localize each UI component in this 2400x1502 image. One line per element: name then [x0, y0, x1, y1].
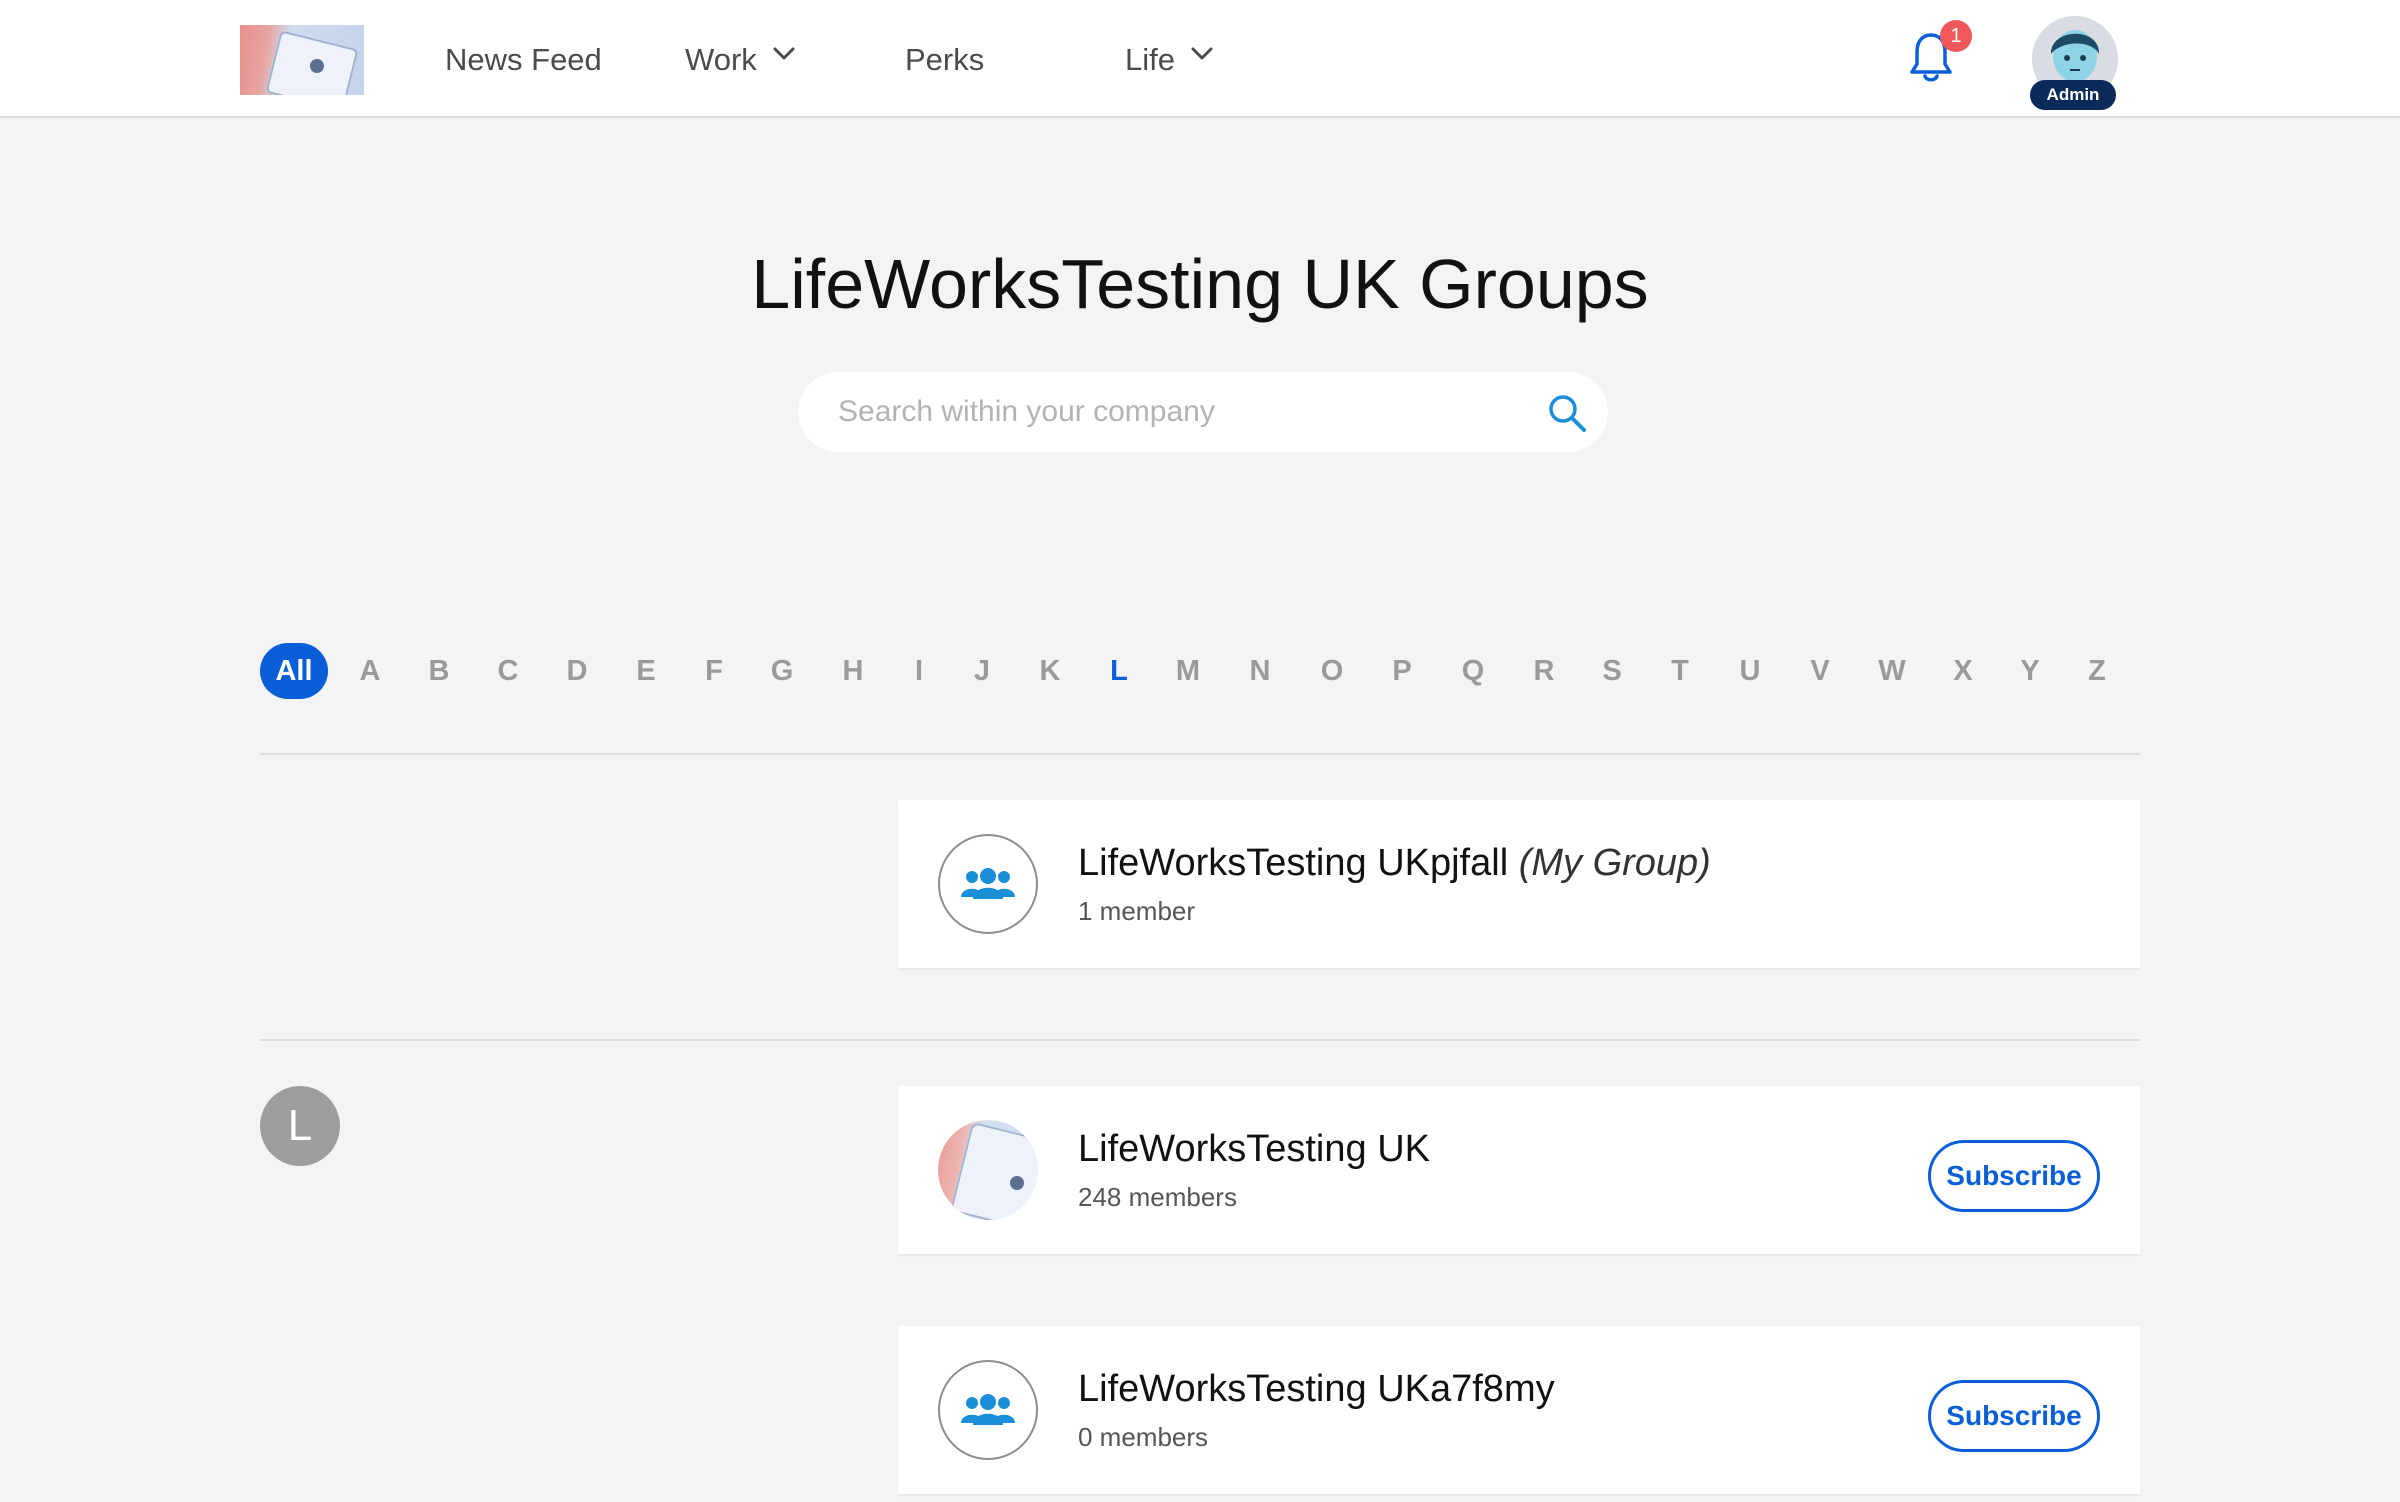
filter-letter-r[interactable]: R: [1524, 643, 1564, 699]
filter-letter-o[interactable]: O: [1312, 643, 1352, 699]
group-name[interactable]: LifeWorksTesting UKa7f8my: [1078, 1368, 1555, 1411]
my-group-tag: (My Group): [1518, 842, 1711, 884]
group-photo: [938, 1120, 1038, 1220]
chevron-down-icon: [773, 47, 795, 65]
search-bar: [798, 372, 1608, 452]
chevron-down-icon: [1191, 47, 1213, 65]
group-icon: [938, 834, 1038, 934]
member-count: 0 members: [1078, 1422, 1209, 1452]
filter-letter-v[interactable]: V: [1800, 643, 1840, 699]
group-card[interactable]: LifeWorksTesting UKa7f8my 0 members Subs…: [898, 1326, 2140, 1494]
filter-letter-p[interactable]: P: [1382, 643, 1422, 699]
top-navigation-bar: News Feed Work Perks Life 1 Admin: [0, 0, 2400, 118]
company-logo[interactable]: [240, 25, 364, 95]
filter-letter-w[interactable]: W: [1872, 643, 1912, 699]
group-name[interactable]: LifeWorksTesting UKpjfall (My Group): [1078, 842, 1711, 885]
nav-life[interactable]: Life: [1125, 40, 1213, 80]
filter-all[interactable]: All: [260, 643, 328, 699]
filter-letter-d[interactable]: D: [557, 643, 597, 699]
filter-letter-s[interactable]: S: [1592, 643, 1632, 699]
nav-work[interactable]: Work: [685, 40, 795, 80]
nav-news-feed-label: News Feed: [445, 42, 602, 77]
logo-avatar-dot: [310, 59, 324, 73]
filter-letter-y[interactable]: Y: [2010, 643, 2050, 699]
filter-letter-x[interactable]: X: [1943, 643, 1983, 699]
group-photo-dot: [1010, 1176, 1024, 1190]
filter-letter-b[interactable]: B: [419, 643, 459, 699]
section-letter-badge: L: [260, 1086, 340, 1166]
filter-letter-c[interactable]: C: [488, 643, 528, 699]
my-group-card[interactable]: LifeWorksTesting UKpjfall (My Group) 1 m…: [898, 800, 2140, 968]
filter-letter-z[interactable]: Z: [2077, 643, 2117, 699]
group-name-text: LifeWorksTesting UKpjfall: [1078, 842, 1509, 884]
nav-life-label: Life: [1125, 42, 1175, 77]
group-icon: [938, 1360, 1038, 1460]
filter-letter-h[interactable]: H: [833, 643, 873, 699]
nav-perks-label: Perks: [905, 42, 985, 77]
group-photo-phone: [950, 1121, 1038, 1220]
filter-letter-q[interactable]: Q: [1453, 643, 1493, 699]
alphabet-filter: All A B C D E F G H I J K L M N O P Q R …: [260, 643, 2140, 699]
section-divider: [260, 1039, 2140, 1041]
filter-letter-j[interactable]: J: [962, 643, 1002, 699]
section-divider: [260, 753, 2140, 755]
notification-count-badge: 1: [1940, 20, 1972, 52]
filter-letter-g[interactable]: G: [762, 643, 802, 699]
filter-letter-k[interactable]: K: [1030, 643, 1070, 699]
filter-letter-t[interactable]: T: [1660, 643, 1700, 699]
nav-perks[interactable]: Perks: [905, 40, 984, 80]
member-count: 248 members: [1078, 1182, 1237, 1212]
search-icon[interactable]: [1546, 392, 1588, 434]
group-name[interactable]: LifeWorksTesting UK: [1078, 1128, 1430, 1171]
filter-letter-n[interactable]: N: [1240, 643, 1280, 699]
filter-letter-m[interactable]: M: [1168, 643, 1208, 699]
nav-work-label: Work: [685, 42, 757, 77]
nav-news-feed[interactable]: News Feed: [445, 40, 602, 80]
filter-letter-f[interactable]: F: [694, 643, 734, 699]
filter-letter-l[interactable]: L: [1099, 643, 1139, 699]
search-input[interactable]: [838, 384, 1518, 440]
filter-letter-i[interactable]: I: [899, 643, 939, 699]
subscribe-button[interactable]: Subscribe: [1928, 1140, 2100, 1212]
filter-letter-a[interactable]: A: [350, 643, 390, 699]
filter-letter-e[interactable]: E: [626, 643, 666, 699]
group-card[interactable]: LifeWorksTesting UK 248 members Subscrib…: [898, 1086, 2140, 1254]
subscribe-button[interactable]: Subscribe: [1928, 1380, 2100, 1452]
filter-letter-u[interactable]: U: [1730, 643, 1770, 699]
member-count: 1 member: [1078, 896, 1196, 926]
page-title: LifeWorksTesting UK Groups: [751, 245, 1649, 323]
admin-role-badge: Admin: [2030, 80, 2116, 110]
